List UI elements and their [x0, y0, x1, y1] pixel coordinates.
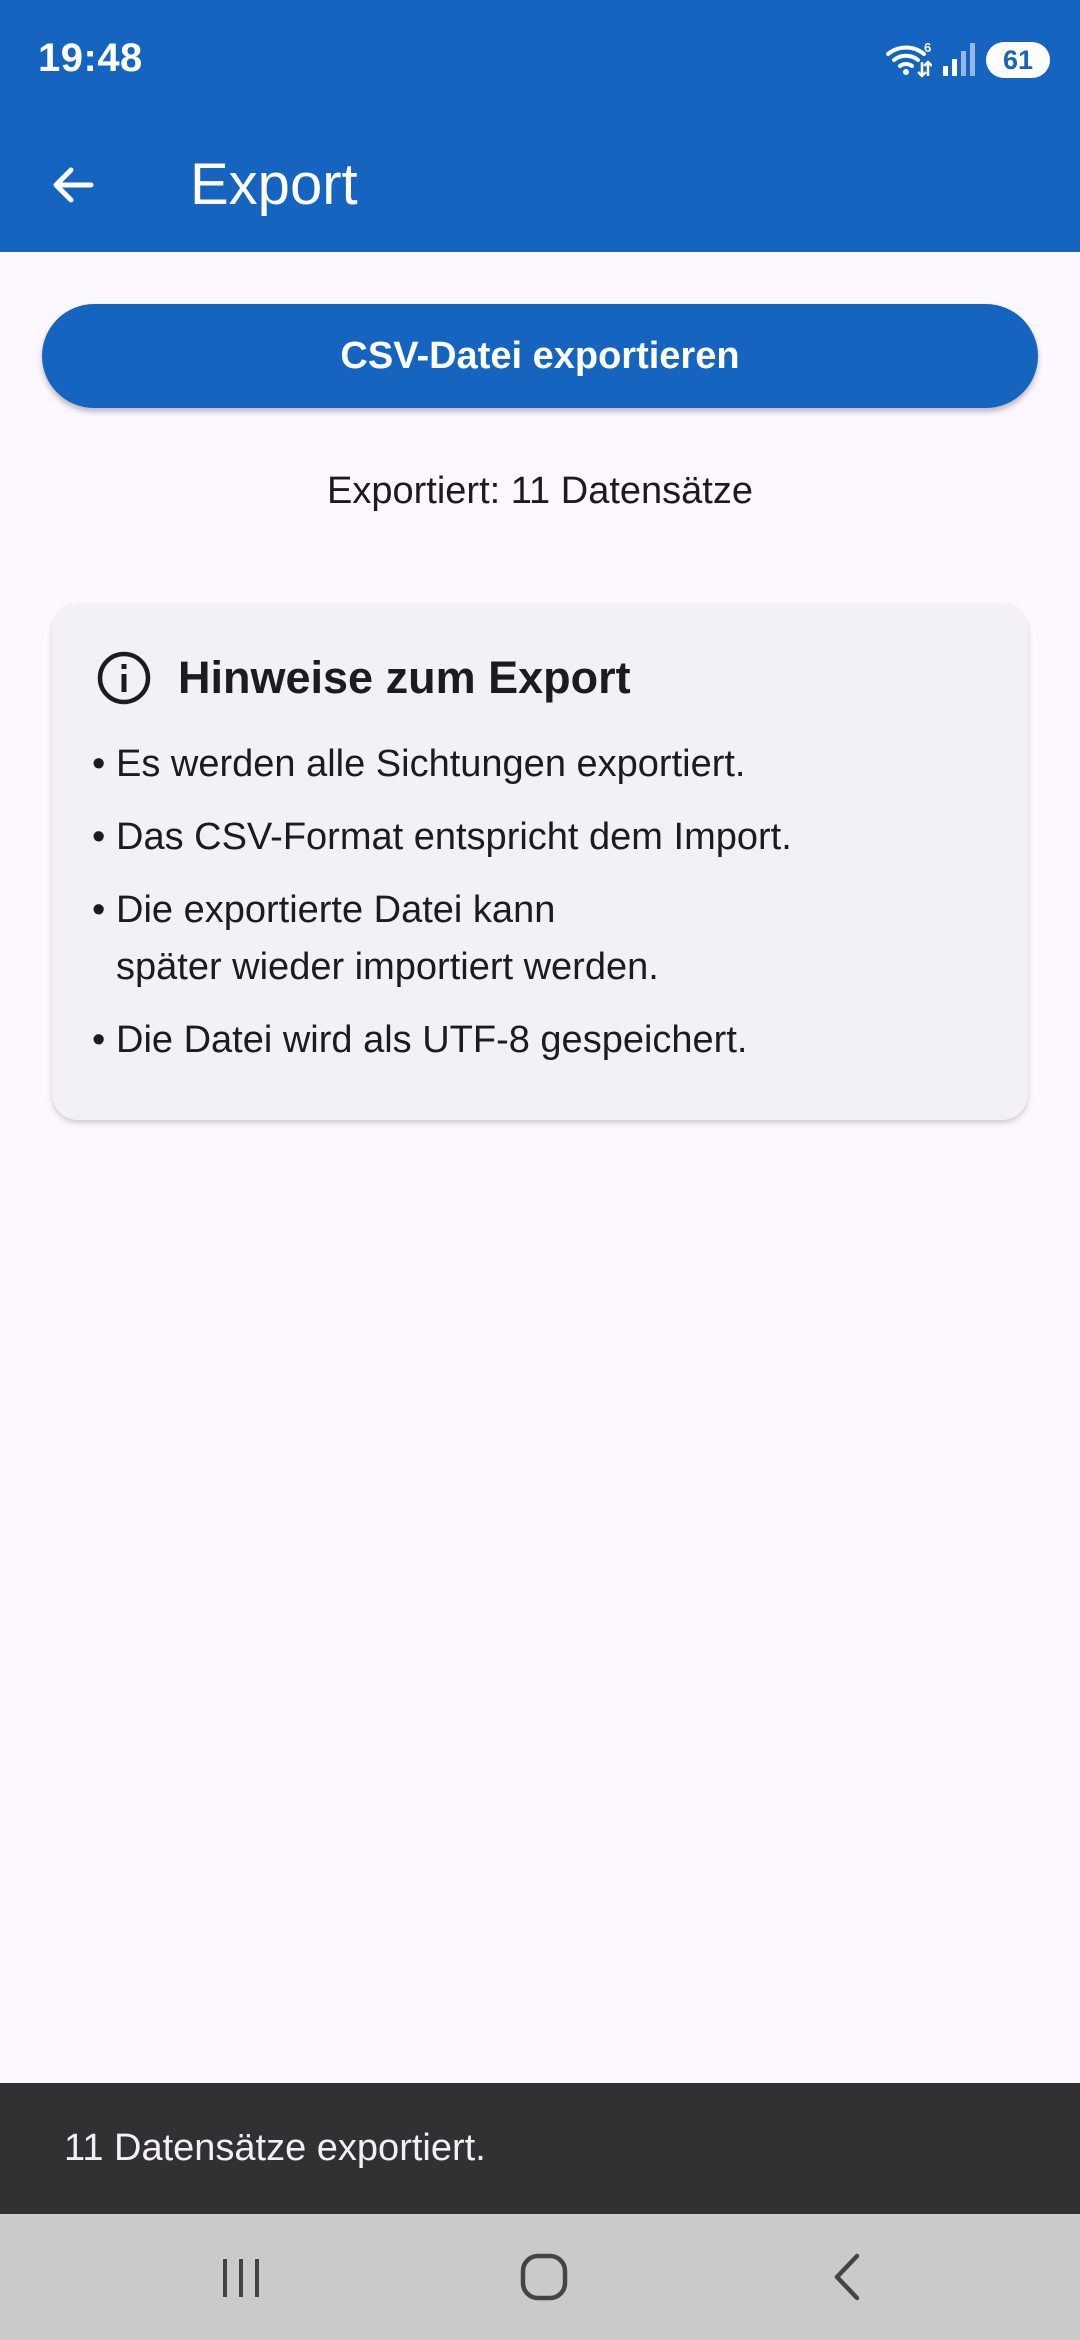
signal-icon	[943, 43, 975, 76]
note-text: Es werden alle Sichtungen exportiert.	[116, 743, 746, 785]
note-bullet: •	[92, 889, 106, 931]
info-icon	[97, 651, 151, 705]
snackbar-message: 11 Datensätze exportiert.	[64, 2127, 486, 2169]
arrow-back-icon	[53, 167, 94, 203]
note-bullet: •	[92, 1019, 106, 1061]
system-nav-bar	[0, 2214, 1080, 2340]
status-time: 19:48	[38, 36, 143, 80]
home-icon	[520, 2253, 568, 2301]
export-status-text: Exportiert: 11 Datensätze	[327, 470, 753, 512]
note-item: • Die Datei wird als UTF-8 gespeichert.	[92, 1012, 992, 1069]
note-text: Die Datei wird als UTF-8 gespeichert.	[116, 1019, 748, 1061]
export-csv-button-label: CSV-Datei exportieren	[340, 334, 740, 377]
note-bullet: •	[92, 743, 106, 785]
battery-icon: 61	[986, 42, 1050, 78]
back-button[interactable]	[38, 150, 108, 220]
status-icons: 6 61	[886, 40, 1050, 80]
system-back-button[interactable]	[802, 2232, 892, 2322]
note-text: Das CSV-Format entspricht dem Import.	[116, 816, 792, 858]
recent-apps-button[interactable]	[196, 2232, 286, 2322]
note-item: • Die exportierte Datei kann später wied…	[92, 882, 992, 996]
note-bullet: •	[92, 816, 106, 858]
home-button[interactable]	[499, 2232, 589, 2322]
recent-apps-icon	[223, 2259, 259, 2297]
wifi-badge: 6	[924, 40, 931, 55]
back-icon	[834, 2253, 860, 2301]
note-text: Die exportierte Datei kann später wieder…	[116, 889, 659, 988]
note-item: • Es werden alle Sichtungen exportiert.	[92, 736, 992, 793]
snackbar: 11 Datensätze exportiert.	[0, 2083, 1080, 2214]
battery-level: 61	[1002, 44, 1034, 75]
status-bar: 19:48 6 61	[0, 0, 1080, 122]
wifi-icon: 6	[886, 40, 932, 78]
app-bar: Export	[0, 122, 1080, 252]
note-item: • Das CSV-Format entspricht dem Import.	[92, 809, 992, 866]
info-card: Hinweise zum Export • Es werden alle Sic…	[52, 604, 1028, 1120]
info-card-title: Hinweise zum Export	[178, 652, 631, 703]
notes-list: • Es werden alle Sichtungen exportiert. …	[92, 736, 992, 1085]
export-csv-button[interactable]: CSV-Datei exportieren	[42, 304, 1038, 408]
page-title: Export	[190, 152, 358, 217]
